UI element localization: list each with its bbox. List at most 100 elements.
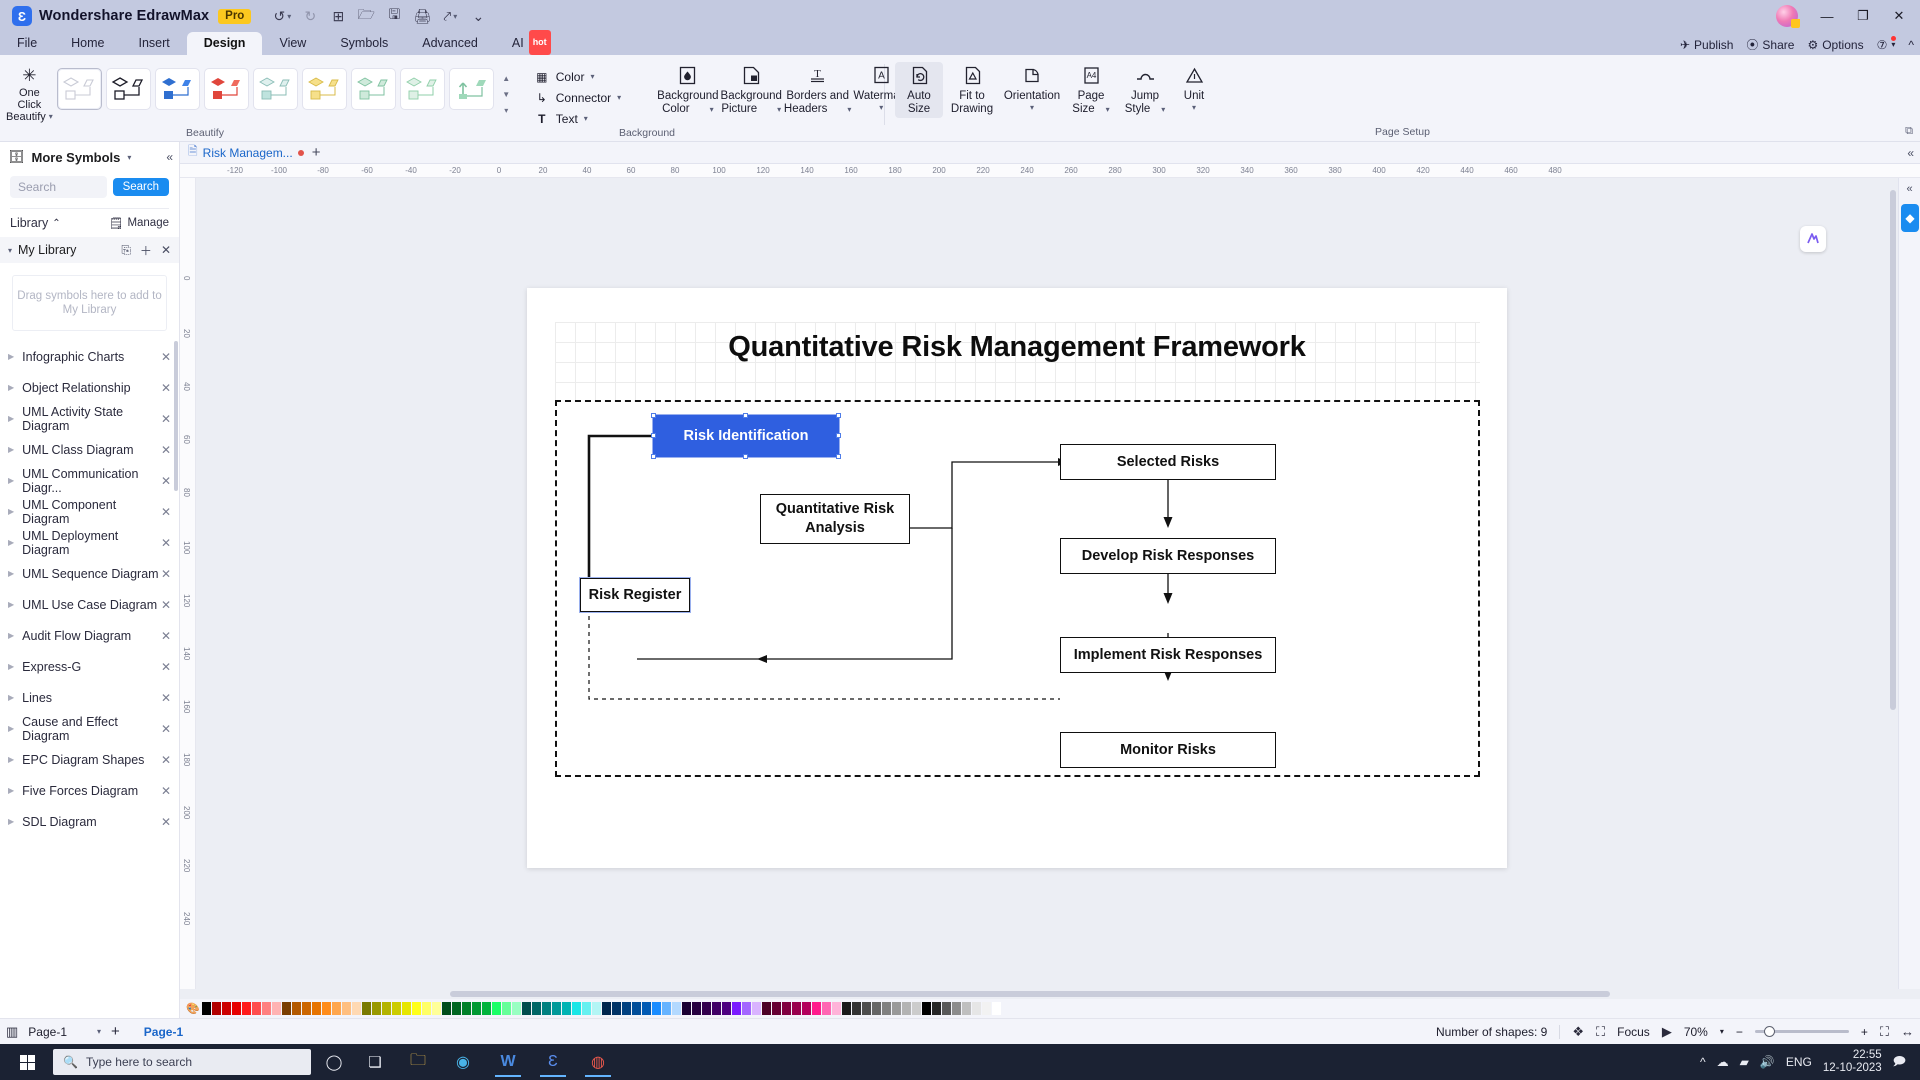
color-swatch[interactable] — [342, 1002, 351, 1015]
chevron-down-icon[interactable]: ▾ — [1192, 103, 1196, 112]
chevron-down-icon[interactable]: ▾ — [879, 103, 883, 112]
close-icon[interactable]: ✕ — [161, 474, 171, 488]
triangle-right-icon[interactable]: ▶ — [8, 755, 14, 764]
close-icon[interactable]: ✕ — [161, 243, 171, 257]
category-sdl-diagram[interactable]: ▶ SDL Diagram ✕ — [0, 806, 179, 837]
style-card-outline-bold[interactable] — [105, 68, 151, 110]
canvas-horizontal-scrollbar[interactable] — [450, 991, 1610, 997]
edrawmax-icon[interactable]: Ɛ — [533, 1047, 573, 1077]
resize-handle[interactable] — [743, 413, 748, 418]
color-swatch[interactable] — [672, 1002, 681, 1015]
dock-collapse-icon[interactable]: « — [1899, 178, 1920, 195]
collapse-panel-button[interactable]: « — [166, 150, 173, 164]
show-hidden-icons[interactable]: ^ — [1700, 1055, 1706, 1069]
chevron-down-icon[interactable]: ▾ — [1161, 103, 1165, 116]
style-gallery-scroll[interactable]: ▲ ▼ ▾ — [501, 74, 512, 116]
resize-handle[interactable] — [651, 454, 656, 459]
file-explorer-icon[interactable]: 🗀 — [398, 1047, 438, 1077]
color-swatch[interactable] — [542, 1002, 551, 1015]
resize-handle[interactable] — [836, 413, 841, 418]
color-swatch[interactable] — [512, 1002, 521, 1015]
category-express-g[interactable]: ▶ Express-G ✕ — [0, 651, 179, 682]
color-swatch[interactable] — [502, 1002, 511, 1015]
color-swatch[interactable] — [952, 1002, 961, 1015]
color-swatch[interactable] — [782, 1002, 791, 1015]
color-swatch[interactable] — [262, 1002, 271, 1015]
horizontal-ruler[interactable]: -120 -100 -80 -60 -40 -20 0 20 40 60 80 100 120 140 16… — [180, 164, 1920, 178]
color-swatch[interactable] — [562, 1002, 571, 1015]
chevron-down-icon[interactable]: ▾ — [847, 103, 851, 116]
category-object-relationship[interactable]: ▶ Object Relationship ✕ — [0, 372, 179, 403]
color-swatch[interactable] — [902, 1002, 911, 1015]
close-icon[interactable]: ✕ — [161, 691, 171, 705]
color-swatch[interactable] — [872, 1002, 881, 1015]
color-swatch[interactable] — [892, 1002, 901, 1015]
triangle-right-icon[interactable]: ▶ — [8, 414, 14, 423]
fit-screen-icon[interactable]: ⛶ — [1880, 1024, 1889, 1040]
color-swatch[interactable] — [222, 1002, 231, 1015]
close-icon[interactable]: ✕ — [161, 753, 171, 767]
more-symbols-label[interactable]: More Symbols — [32, 150, 121, 165]
color-swatch[interactable] — [582, 1002, 591, 1015]
triangle-right-icon[interactable]: ▶ — [8, 817, 14, 826]
focus-icon[interactable]: ⛶ — [1596, 1024, 1605, 1040]
ai-assistant-icon[interactable] — [1800, 226, 1826, 252]
gallery-down-icon[interactable]: ▼ — [501, 90, 512, 100]
resize-handle[interactable] — [651, 413, 656, 418]
chevron-down-icon[interactable]: ▾ — [97, 1027, 101, 1036]
color-swatch[interactable] — [972, 1002, 981, 1015]
zoom-slider[interactable] — [1754, 1026, 1849, 1037]
triangle-right-icon[interactable]: ▶ — [8, 724, 14, 733]
color-swatch[interactable] — [912, 1002, 921, 1015]
chevron-down-icon[interactable]: ▾ — [49, 111, 53, 123]
category-uml-sequence-diagram[interactable]: ▶ UML Sequence Diagram ✕ — [0, 558, 179, 589]
color-swatch[interactable] — [492, 1002, 501, 1015]
tab-insert[interactable]: Insert — [122, 32, 187, 55]
new-document-tab-button[interactable]: + — [312, 145, 321, 160]
page-size-button[interactable]: A4 Page Size ▾ — [1065, 62, 1117, 116]
node-develop-risk-responses[interactable]: Develop Risk Responses — [1060, 538, 1276, 574]
color-swatch[interactable] — [412, 1002, 421, 1015]
color-swatch[interactable] — [232, 1002, 241, 1015]
close-icon[interactable]: ✕ — [161, 381, 171, 395]
color-swatch[interactable] — [242, 1002, 251, 1015]
color-swatch[interactable] — [622, 1002, 631, 1015]
color-swatch[interactable] — [462, 1002, 471, 1015]
layers-icon[interactable]: ❖ — [1572, 1024, 1584, 1040]
canvas-vertical-scrollbar[interactable] — [1890, 190, 1896, 710]
close-icon[interactable]: ✕ — [161, 815, 171, 829]
triangle-right-icon[interactable]: ▶ — [8, 693, 14, 702]
library-scrollbar[interactable] — [174, 341, 178, 491]
style-card-arrow-green[interactable] — [448, 68, 494, 110]
chevron-down-icon[interactable]: ▾ — [1720, 1027, 1724, 1036]
color-swatches[interactable] — [202, 1002, 1001, 1015]
style-card-yellow[interactable] — [301, 68, 347, 110]
triangle-right-icon[interactable]: ▶ — [8, 569, 14, 578]
category-uml-class-diagram[interactable]: ▶ UML Class Diagram ✕ — [0, 434, 179, 465]
color-swatch[interactable] — [852, 1002, 861, 1015]
color-swatch[interactable] — [272, 1002, 281, 1015]
category-lines[interactable]: ▶ Lines ✕ — [0, 682, 179, 713]
connector-button[interactable]: ↳ Connector ▾ — [534, 89, 621, 106]
color-swatch[interactable] — [302, 1002, 311, 1015]
text-button[interactable]: T Text ▾ — [534, 110, 621, 127]
help-button[interactable]: ⑦ ▾ — [1877, 35, 1897, 52]
triangle-right-icon[interactable]: ▶ — [8, 662, 14, 671]
color-swatch[interactable] — [752, 1002, 761, 1015]
resize-handle[interactable] — [836, 454, 841, 459]
unit-button[interactable]: Unit ▾ — [1173, 62, 1215, 112]
triangle-right-icon[interactable]: ▶ — [8, 476, 14, 485]
color-swatch[interactable] — [282, 1002, 291, 1015]
jump-style-button[interactable]: Jump Style ▾ — [1119, 62, 1171, 116]
color-swatch[interactable] — [472, 1002, 481, 1015]
orientation-button[interactable]: Orientation ▾ — [1001, 62, 1063, 112]
triangle-right-icon[interactable]: ▶ — [8, 507, 14, 516]
close-icon[interactable]: ✕ — [161, 443, 171, 457]
my-library-row[interactable]: ▾ My Library ⎘ ＋ ✕ — [0, 237, 179, 263]
page-selector[interactable]: Page-1 ▾ — [28, 1025, 101, 1039]
color-swatch[interactable] — [842, 1002, 851, 1015]
color-swatch[interactable] — [392, 1002, 401, 1015]
color-swatch[interactable] — [632, 1002, 641, 1015]
notification-icon[interactable]: 🗩 — [1893, 1052, 1906, 1073]
new-icon[interactable]: ⊞ — [325, 4, 351, 28]
